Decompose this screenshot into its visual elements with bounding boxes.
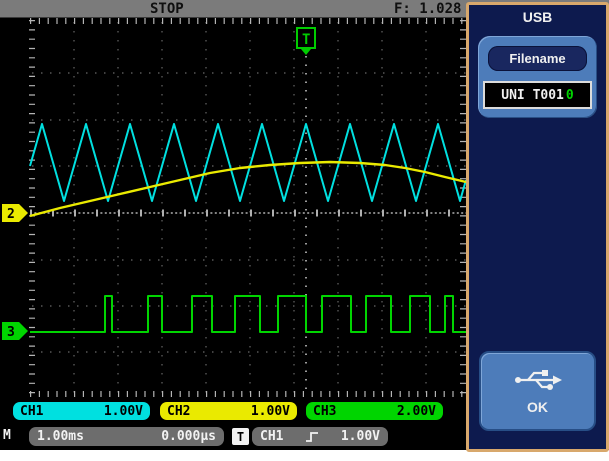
main-timebase-label: M [3,428,11,443]
ch1-waveform [30,124,466,201]
ok-button-label: OK [527,399,548,415]
trigger-level: 1.00V [341,429,380,444]
ch3-label: CH3 [313,404,336,419]
timebase-readout: 1.00ms 0.000µs [29,427,224,446]
filename-value: UNI T001 [501,88,564,103]
svg-text:3: 3 [7,325,15,340]
usb-icon [512,367,564,393]
filename-button[interactable]: Filename [488,46,587,71]
ch2-scale-badge: CH2 1.00V [160,402,297,420]
grid-columns [74,22,426,396]
svg-text:2: 2 [7,207,15,222]
waveform-display: T 2 3 [0,0,470,450]
horizontal-offset-value: 0.000µs [161,429,216,444]
ch2-scale: 1.00V [251,404,290,419]
ch2-label: CH2 [167,404,190,419]
ok-button[interactable]: OK [479,351,596,431]
trigger-marker-icon[interactable]: T [297,28,315,55]
filename-field[interactable]: UNI T0010 [483,81,592,109]
ch3-position-marker-icon[interactable]: 3 [2,322,28,340]
ch3-waveform [30,296,466,332]
ch1-label: CH1 [20,404,43,419]
svg-text:T: T [302,32,310,48]
timebase-value: 1.00ms [37,429,84,444]
ch3-scale-badge: CH3 2.00V [306,402,443,420]
rising-edge-icon [304,429,320,444]
oscilloscope-screenshot: STOP F: 1.028 [0,0,609,461]
trigger-badge: T [232,428,249,445]
ch1-scale-badge: CH1 1.00V [13,402,150,420]
filename-group: Filename UNI T0010 [478,36,597,118]
trigger-readout: CH1 1.00V [252,427,388,446]
ch2-position-marker-icon[interactable]: 2 [2,204,28,222]
panel-title: USB [469,9,606,25]
grid-edge-ticks [30,20,466,396]
ch1-scale: 1.00V [104,404,143,419]
trigger-source: CH1 [260,429,283,444]
ch3-scale: 2.00V [397,404,436,419]
filename-cursor-char: 0 [566,88,574,103]
usb-menu-panel: USB Filename UNI T0010 OK [466,2,609,452]
